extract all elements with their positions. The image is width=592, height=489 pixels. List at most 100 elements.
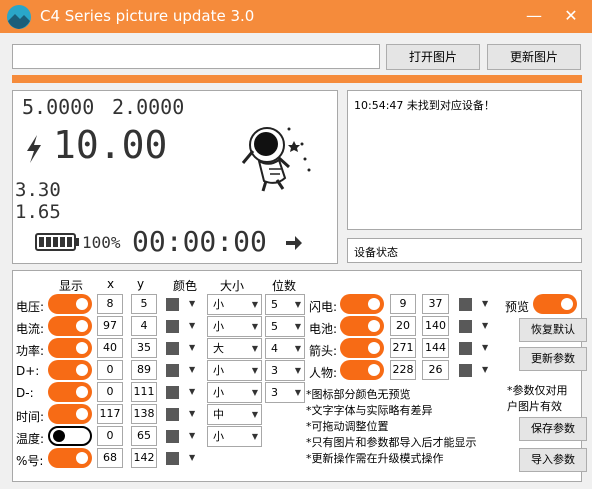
temperature-color-dropdown-icon[interactable]: ▼ [189, 431, 195, 440]
time-x-input[interactable]: 117 [97, 404, 123, 424]
row-label-time: 时间: [16, 410, 45, 424]
percent-y-input[interactable]: 142 [131, 448, 157, 468]
temperature-color-swatch[interactable] [166, 430, 179, 443]
dplus-digits-select[interactable]: 3 ▼ [265, 360, 305, 381]
current-color-swatch[interactable] [166, 320, 179, 333]
time-size-select[interactable]: 中 ▼ [207, 404, 262, 425]
power-digits-select[interactable]: 4 ▼ [265, 338, 305, 359]
import-params-button[interactable]: 导入参数 [519, 448, 587, 472]
preview-canvas[interactable]: 5.0000 2.0000 10.00 3.30 1.65 100% 00:00… [12, 90, 338, 264]
time-toggle[interactable] [48, 404, 92, 424]
window-title: C4 Series picture update 3.0 [40, 7, 255, 25]
time-color-dropdown-icon[interactable]: ▼ [189, 409, 195, 418]
open-image-button[interactable]: 打开图片 [386, 44, 480, 70]
current-size-select[interactable]: 小 ▼ [207, 316, 262, 337]
dplus-size-select[interactable]: 小 ▼ [207, 360, 262, 381]
voltage-color-dropdown-icon[interactable]: ▼ [189, 299, 195, 308]
power-x-input[interactable]: 40 [97, 338, 123, 358]
lightning-color-swatch[interactable] [459, 298, 472, 311]
update-params-button[interactable]: 更新参数 [519, 347, 587, 371]
battery-y-input[interactable]: 140 [422, 316, 449, 336]
power-y-input[interactable]: 35 [131, 338, 157, 358]
dplus-color-swatch[interactable] [166, 364, 179, 377]
dminus-size-value: 小 [213, 386, 224, 399]
power-digits-value: 4 [271, 342, 278, 355]
dplus-x-input[interactable]: 0 [97, 360, 123, 380]
dminus-color-swatch[interactable] [166, 386, 179, 399]
lightning-x-input[interactable]: 9 [390, 294, 416, 314]
preview-dplus: 3.30 [15, 179, 61, 201]
figure-x-input[interactable]: 228 [390, 360, 416, 380]
time-y-input[interactable]: 138 [131, 404, 157, 424]
temperature-toggle[interactable] [48, 426, 92, 446]
voltage-color-swatch[interactable] [166, 298, 179, 311]
lightning-toggle[interactable] [340, 294, 384, 314]
dplus-color-dropdown-icon[interactable]: ▼ [189, 365, 195, 374]
lightning-color-dropdown-icon[interactable]: ▼ [482, 299, 488, 308]
voltage-toggle[interactable] [48, 294, 92, 314]
percent-color-swatch[interactable] [166, 452, 179, 465]
row-label-percent: %号: [16, 454, 44, 468]
temperature-y-input[interactable]: 65 [131, 426, 157, 446]
percent-x-input[interactable]: 68 [97, 448, 123, 468]
power-color-dropdown-icon[interactable]: ▼ [189, 343, 195, 352]
figure-color-swatch[interactable] [459, 364, 472, 377]
app-logo-icon [7, 5, 31, 29]
current-x-input[interactable]: 97 [97, 316, 123, 336]
arrow-toggle[interactable] [340, 338, 384, 358]
current-toggle[interactable] [48, 316, 92, 336]
figure-color-dropdown-icon[interactable]: ▼ [482, 365, 488, 374]
temperature-x-input[interactable]: 0 [97, 426, 123, 446]
percent-toggle[interactable] [48, 448, 92, 468]
arrow-x-input[interactable]: 271 [390, 338, 416, 358]
current-color-dropdown-icon[interactable]: ▼ [189, 321, 195, 330]
chevron-down-icon: ▼ [294, 388, 301, 397]
dplus-toggle[interactable] [48, 360, 92, 380]
image-path-input[interactable] [12, 44, 380, 69]
minimize-button[interactable]: — [519, 3, 549, 29]
update-image-button[interactable]: 更新图片 [487, 44, 581, 70]
voltage-size-select[interactable]: 小 ▼ [207, 294, 262, 315]
param-note-line2: 户图片有效 [507, 400, 562, 413]
restore-default-button[interactable]: 恢复默认 [519, 318, 587, 342]
chevron-down-icon: ▼ [251, 322, 258, 331]
time-color-swatch[interactable] [166, 408, 179, 421]
percent-color-dropdown-icon[interactable]: ▼ [189, 453, 195, 462]
voltage-x-input[interactable]: 8 [97, 294, 123, 314]
battery-color-dropdown-icon[interactable]: ▼ [482, 321, 488, 330]
dminus-size-select[interactable]: 小 ▼ [207, 382, 262, 403]
lightning-y-input[interactable]: 37 [422, 294, 449, 314]
close-button[interactable]: ✕ [556, 3, 586, 29]
dminus-digits-select[interactable]: 3 ▼ [265, 382, 305, 403]
preview-label: 预览 [505, 300, 530, 314]
dminus-x-input[interactable]: 0 [97, 382, 123, 402]
progress-bar [12, 75, 582, 83]
header-color: 颜色 [173, 279, 198, 293]
power-size-select[interactable]: 大 ▼ [207, 338, 262, 359]
figure-toggle[interactable] [340, 360, 384, 380]
figure-y-input[interactable]: 26 [422, 360, 449, 380]
header-digits: 位数 [272, 279, 297, 293]
dminus-toggle[interactable] [48, 382, 92, 402]
temperature-size-select[interactable]: 小 ▼ [207, 426, 262, 447]
arrow-color-dropdown-icon[interactable]: ▼ [482, 343, 488, 352]
dplus-y-input[interactable]: 89 [131, 360, 157, 380]
save-params-button[interactable]: 保存参数 [519, 417, 587, 441]
battery-color-swatch[interactable] [459, 320, 472, 333]
battery-toggle[interactable] [340, 316, 384, 336]
arrow-y-input[interactable]: 144 [422, 338, 449, 358]
arrow-color-swatch[interactable] [459, 342, 472, 355]
preview-toggle[interactable] [533, 294, 577, 314]
battery-x-input[interactable]: 20 [390, 316, 416, 336]
current-y-input[interactable]: 4 [131, 316, 157, 336]
dminus-color-dropdown-icon[interactable]: ▼ [189, 387, 195, 396]
preview-voltage: 5.0000 [22, 95, 95, 119]
current-digits-select[interactable]: 5 ▼ [265, 316, 305, 337]
voltage-digits-select[interactable]: 5 ▼ [265, 294, 305, 315]
voltage-y-input[interactable]: 5 [131, 294, 157, 314]
power-toggle[interactable] [48, 338, 92, 358]
lightning-icon [27, 135, 41, 163]
dminus-y-input[interactable]: 111 [131, 382, 157, 402]
row-label-current: 电流: [16, 322, 45, 336]
power-color-swatch[interactable] [166, 342, 179, 355]
